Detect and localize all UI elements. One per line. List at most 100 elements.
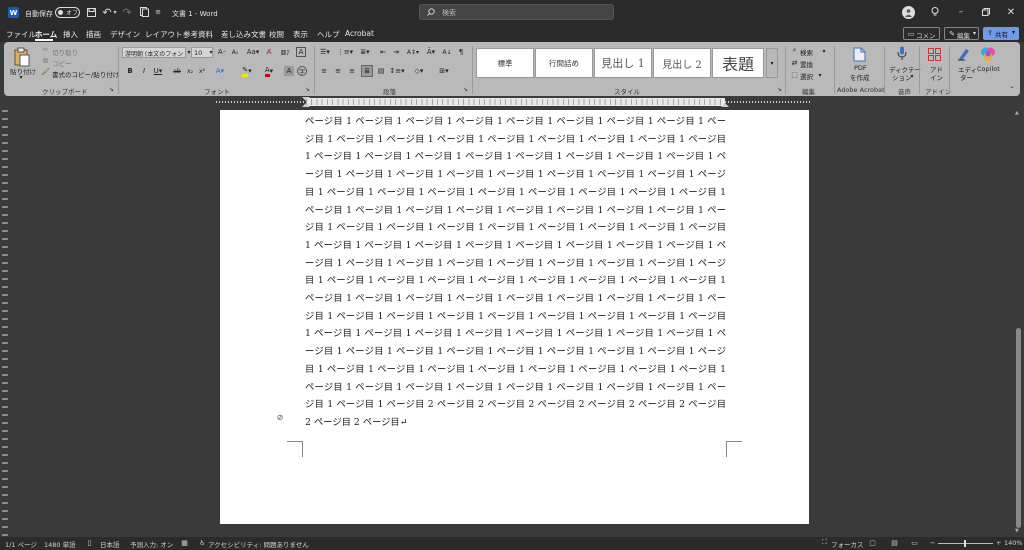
restore-icon[interactable]: [980, 6, 992, 18]
strikethrough-icon[interactable]: ab: [171, 66, 183, 76]
editor-line2[interactable]: ター: [960, 72, 973, 82]
avatar-icon[interactable]: [902, 6, 915, 19]
document-line[interactable]: 1 ページ目 1 ページ目 1 ページ目 1 ページ目 1 ページ目 1 ページ…: [305, 325, 726, 339]
collapse-ribbon-icon[interactable]: ⌃: [1008, 86, 1016, 93]
menu-acrobat[interactable]: Acrobat: [345, 29, 374, 38]
zoom-in-button[interactable]: +: [996, 539, 1001, 547]
copilot-icon[interactable]: [979, 45, 997, 62]
paragraph-launcher-icon[interactable]: ↘: [462, 86, 469, 93]
read-mode-icon[interactable]: ▢: [868, 538, 877, 547]
distributed-icon[interactable]: ▤: [376, 66, 386, 76]
customize-qat-icon[interactable]: ≡: [154, 7, 162, 17]
minimize-icon[interactable]: –: [955, 6, 967, 18]
scrollbar-thumb[interactable]: [1016, 328, 1021, 528]
vertical-scrollbar[interactable]: ▲ ▼: [1014, 110, 1022, 536]
autosave-toggle[interactable]: オフ: [55, 7, 80, 18]
replace-button[interactable]: 置換: [800, 59, 813, 69]
document-line[interactable]: 1 ページ目 1 ページ目 1 ページ目 1 ページ目 1 ページ目 1 ページ…: [305, 148, 726, 162]
comment-button[interactable]: ▭ コメント: [903, 27, 940, 50]
text-direction-icon[interactable]: A↕▾: [407, 47, 419, 57]
scroll-up-icon[interactable]: ▲: [1015, 110, 1019, 116]
character-shading-icon[interactable]: A: [284, 66, 294, 76]
document-line[interactable]: ージ目 1 ページ目 1 ページ目 1 ページ目 1 ページ目 1 ページ目 1…: [305, 255, 726, 269]
align-left-icon[interactable]: ≡: [319, 66, 329, 76]
decrease-indent-icon[interactable]: ⇤: [378, 47, 388, 57]
select-chevron-down-icon[interactable]: ▾: [817, 71, 823, 79]
increase-indent-icon[interactable]: ⇥: [391, 47, 401, 57]
menu-view[interactable]: 表示: [293, 29, 308, 40]
share-button[interactable]: ⇪ 共有 ▾: [983, 27, 1019, 40]
zoom-slider[interactable]: [938, 540, 993, 547]
style-normal[interactable]: 標準: [476, 48, 534, 78]
styles-launcher-icon[interactable]: ↘: [776, 86, 783, 93]
document-line[interactable]: 2 ページ目 2 ページ目↵: [305, 414, 726, 428]
document-line[interactable]: 目 1 ページ目 1 ページ目 1 ページ目 1 ページ目 1 ページ目 1 ペ…: [305, 272, 726, 286]
font-color-icon[interactable]: A ▾: [262, 66, 276, 77]
document-line[interactable]: ページ目 1 ページ目 1 ページ目 1 ページ目 1 ページ目 1 ページ目 …: [305, 379, 726, 393]
italic-icon[interactable]: I: [139, 66, 149, 76]
addins-icon[interactable]: [926, 46, 942, 62]
search-box[interactable]: 検索: [419, 4, 614, 20]
undo-dropdown-icon[interactable]: ▾: [112, 7, 118, 17]
shrink-font-icon[interactable]: Av: [230, 47, 240, 57]
menu-layout[interactable]: レイアウト: [145, 29, 183, 40]
menu-references[interactable]: 参考資料: [183, 29, 213, 40]
text-effects-icon[interactable]: A▾: [214, 66, 226, 76]
bold-icon[interactable]: B: [125, 66, 135, 76]
document-line[interactable]: ページ目 1 ページ目 1 ページ目 1 ページ目 1 ページ目 1 ページ目 …: [305, 113, 726, 127]
document-line[interactable]: 目 1 ページ目 1 ページ目 1 ページ目 1 ページ目 1 ページ目 1 ペ…: [305, 184, 726, 198]
copy-button[interactable]: コピー: [52, 58, 72, 68]
dictate-chevron-down-icon[interactable]: ▾: [909, 72, 915, 80]
show-marks-icon[interactable]: ¶: [456, 47, 466, 57]
paste-chevron-down-icon[interactable]: ▾: [18, 74, 24, 81]
document-line[interactable]: ジ目 1 ページ目 1 ページ目 1 ページ目 1 ページ目 1 ページ目 1 …: [305, 308, 726, 322]
grow-font-icon[interactable]: A ^: [217, 47, 227, 57]
borders-icon[interactable]: ⊞▾: [437, 66, 451, 76]
editor-icon[interactable]: [956, 46, 972, 62]
redo-icon[interactable]: ↷: [121, 6, 133, 19]
select-button[interactable]: 選択: [800, 71, 813, 81]
save-icon[interactable]: [86, 7, 96, 17]
scroll-down-icon[interactable]: ▼: [1015, 528, 1019, 534]
paste-icon[interactable]: [12, 46, 32, 68]
create-pdf-line2[interactable]: を作成: [850, 72, 870, 82]
menu-insert[interactable]: 挿入: [63, 29, 78, 40]
line-spacing-icon[interactable]: ↕≡▾: [389, 66, 404, 76]
menu-draw[interactable]: 描画: [86, 29, 101, 40]
styles-more-button[interactable]: ▾: [766, 48, 778, 78]
track-changes-icon[interactable]: ▦: [180, 538, 189, 547]
align-right-icon[interactable]: ≡: [347, 66, 357, 76]
numbering-icon[interactable]: ⋮≡▾: [337, 47, 353, 57]
menu-review[interactable]: 校閲: [269, 29, 284, 40]
shading-icon[interactable]: ◇▾: [412, 66, 426, 76]
copilot-label[interactable]: Copilot: [977, 65, 1000, 73]
close-icon[interactable]: ✕: [1005, 6, 1017, 18]
document-line[interactable]: ジ目 1 ページ目 1 ページ目 1 ページ目 1 ページ目 1 ページ目 1 …: [305, 219, 726, 233]
justify-icon[interactable]: ≣: [361, 65, 373, 77]
menu-mailings[interactable]: 差し込み文書: [221, 29, 266, 40]
status-page[interactable]: 1/1 ページ: [5, 539, 37, 549]
bullets-icon[interactable]: ☰▾: [318, 47, 332, 57]
vertical-ruler[interactable]: [2, 110, 10, 540]
character-border-icon[interactable]: A: [296, 47, 306, 57]
clipboard-launcher-icon[interactable]: ↘: [108, 86, 115, 93]
enclose-characters-icon[interactable]: 字: [297, 66, 307, 76]
style-heading-2[interactable]: 見出し 2: [653, 48, 711, 78]
focus-icon[interactable]: ⛶: [820, 538, 829, 547]
horizontal-ruler[interactable]: [0, 97, 1024, 107]
clear-formatting-icon[interactable]: A̸: [264, 47, 274, 57]
edit-mode-button[interactable]: ✎ 編集 ▾: [944, 27, 979, 40]
align-center-icon[interactable]: ≡: [333, 66, 343, 76]
status-focus[interactable]: フォーカス: [831, 539, 864, 549]
microphone-icon[interactable]: [894, 45, 910, 62]
font-name-select[interactable]: 游明朝 (本文のフォン: [122, 47, 186, 58]
document-line[interactable]: 1 ページ目 1 ページ目 1 ページ目 1 ページ目 1 ページ目 1 ページ…: [305, 237, 726, 251]
document-line[interactable]: ジ目 1 ページ目 1 ページ目 1 ページ目 1 ページ目 1 ページ目 1 …: [305, 131, 726, 145]
status-predict[interactable]: 予測入力: オン: [130, 539, 173, 549]
create-pdf-line1[interactable]: PDF: [854, 64, 867, 72]
menu-file[interactable]: ファイル: [6, 29, 36, 40]
menu-help[interactable]: ヘルプ: [317, 29, 340, 40]
status-words[interactable]: 1480 単語: [44, 539, 76, 549]
zoom-out-button[interactable]: −: [930, 539, 935, 547]
underline-icon[interactable]: U▾: [152, 66, 164, 76]
